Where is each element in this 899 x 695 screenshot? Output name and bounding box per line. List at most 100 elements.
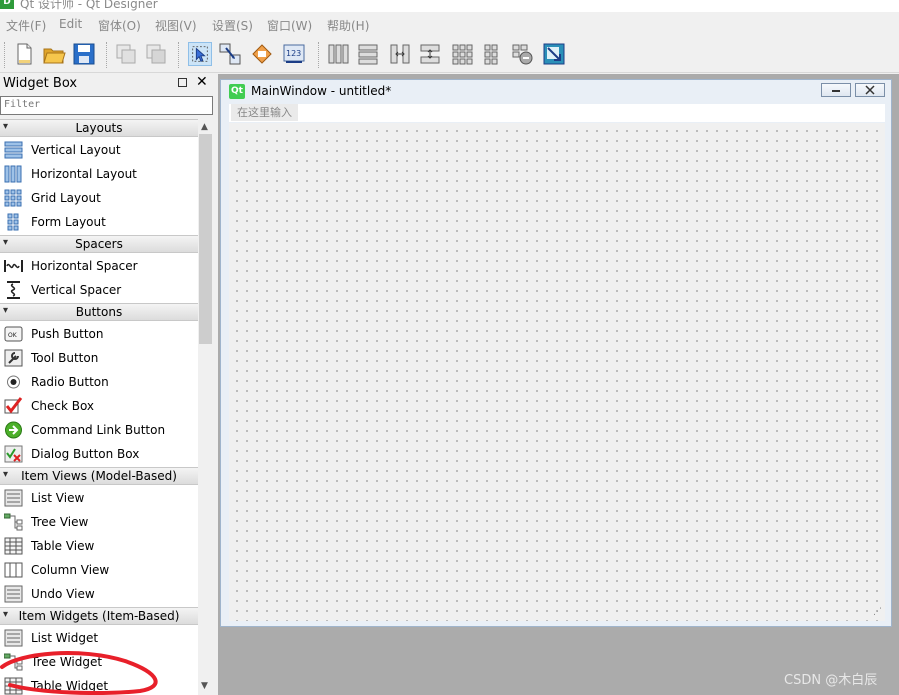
- column-view-icon: [4, 562, 23, 578]
- toolbar-grip[interactable]: [4, 42, 7, 68]
- dialog-button-box-icon: [4, 445, 23, 463]
- copy-icon[interactable]: [114, 42, 138, 66]
- widget-item-label: Dialog Button Box: [31, 447, 140, 461]
- category-item-views[interactable]: ▾ Item Views (Model-Based): [0, 467, 198, 485]
- widget-item-radio-button[interactable]: Radio Button: [0, 370, 198, 394]
- widget-item-label: Radio Button: [31, 375, 109, 389]
- toolbar-separator: [318, 42, 321, 68]
- widget-item-label: Table View: [31, 539, 95, 553]
- form-subwindow[interactable]: Qt MainWindow - untitled* 在这里输入 ⋰: [220, 79, 892, 627]
- widget-item-horizontal-layout[interactable]: Horizontal Layout: [0, 162, 198, 186]
- widget-item-tool-button[interactable]: Tool Button: [0, 346, 198, 370]
- scroll-up-icon[interactable]: ▲: [201, 122, 208, 132]
- layout-horizontal-icon[interactable]: [326, 42, 350, 66]
- widget-item-label: Vertical Layout: [31, 143, 121, 157]
- save-icon[interactable]: [72, 42, 96, 66]
- category-item-widgets[interactable]: ▾ Item Widgets (Item-Based): [0, 607, 198, 625]
- layout-vertical-splitter-icon[interactable]: [418, 42, 442, 66]
- menu-help[interactable]: 帮助(H): [327, 17, 369, 34]
- command-link-arrow-icon: [5, 421, 22, 439]
- resize-grip-icon[interactable]: ⋰: [873, 607, 882, 617]
- close-icon[interactable]: ✕: [196, 74, 208, 90]
- push-button-icon: OK: [4, 326, 23, 342]
- menu-edit[interactable]: Edit: [59, 17, 82, 31]
- widget-item-vertical-spacer[interactable]: Vertical Spacer: [0, 278, 198, 302]
- category-label: Buttons: [75, 305, 123, 319]
- float-dock-icon[interactable]: [178, 78, 187, 87]
- qt-designer-app-icon: D: [0, 0, 14, 9]
- new-file-icon[interactable]: [12, 42, 36, 66]
- widget-item-form-layout[interactable]: Form Layout: [0, 210, 198, 234]
- category-spacers[interactable]: ▾ Spacers: [0, 235, 198, 253]
- widget-item-table-view[interactable]: Table View: [0, 534, 198, 558]
- adjust-size-icon[interactable]: [542, 42, 566, 66]
- edit-buddies-icon[interactable]: [250, 42, 274, 66]
- edit-signals-icon[interactable]: [218, 42, 242, 66]
- layout-vertical-icon[interactable]: [356, 42, 380, 66]
- widget-box-header: Widget Box ✕: [0, 74, 216, 94]
- toolbar-separator: [106, 42, 109, 68]
- open-folder-icon[interactable]: [42, 42, 66, 66]
- widget-item-horizontal-spacer[interactable]: Horizontal Spacer: [0, 254, 198, 278]
- menu-settings[interactable]: 设置(S): [212, 17, 253, 34]
- widget-item-check-box[interactable]: Check Box: [0, 394, 198, 418]
- widget-item-tree-view[interactable]: Tree View: [0, 510, 198, 534]
- widget-box-scrollbar[interactable]: ▲ ▼: [198, 119, 213, 695]
- widget-item-list-view[interactable]: List View: [0, 486, 198, 510]
- form-title: MainWindow - untitled*: [251, 84, 392, 98]
- form-layout-icon: [7, 213, 19, 231]
- menu-file[interactable]: 文件(F): [6, 17, 46, 34]
- widget-item-command-link-button[interactable]: Command Link Button: [0, 418, 198, 442]
- category-label: Layouts: [75, 121, 123, 135]
- edit-widgets-icon[interactable]: [188, 42, 212, 66]
- close-icon: [865, 85, 875, 95]
- form-menu-bar[interactable]: 在这里输入: [229, 104, 885, 122]
- form-title-bar[interactable]: Qt MainWindow - untitled*: [221, 80, 891, 104]
- menu-view[interactable]: 视图(V): [155, 17, 197, 34]
- widget-item-undo-view[interactable]: Undo View: [0, 582, 198, 606]
- menu-form[interactable]: 窗体(O): [98, 17, 141, 34]
- form-canvas-grid[interactable]: [229, 123, 885, 621]
- widget-item-grid-layout[interactable]: Grid Layout: [0, 186, 198, 210]
- minimize-button[interactable]: [821, 83, 851, 97]
- undo-view-icon: [4, 585, 23, 603]
- widget-item-vertical-layout[interactable]: Vertical Layout: [0, 138, 198, 162]
- svg-text:123: 123: [286, 49, 301, 58]
- red-highlight-annotation: [0, 651, 158, 695]
- tool-button-icon: [4, 349, 23, 367]
- widget-item-label: Horizontal Spacer: [31, 259, 138, 273]
- horizontal-spacer-icon: [4, 260, 23, 272]
- edit-tab-order-icon[interactable]: 123: [282, 42, 306, 66]
- widget-item-label: Push Button: [31, 327, 104, 341]
- grid-layout-icon: [4, 189, 22, 207]
- scroll-down-icon[interactable]: ▼: [201, 681, 208, 691]
- category-label: Spacers: [75, 237, 123, 251]
- close-button[interactable]: [855, 83, 885, 97]
- widget-item-label: Check Box: [31, 399, 95, 413]
- minimize-icon: [832, 90, 840, 92]
- menu-window[interactable]: 窗口(W): [267, 17, 312, 34]
- category-buttons[interactable]: ▾ Buttons: [0, 303, 198, 321]
- type-here-menu-placeholder[interactable]: 在这里输入: [231, 104, 298, 121]
- widget-item-dialog-button-box[interactable]: Dialog Button Box: [0, 442, 198, 466]
- list-view-icon: [4, 489, 23, 507]
- layout-form-icon[interactable]: [480, 42, 504, 66]
- filter-input[interactable]: Filter: [0, 96, 213, 115]
- svg-text:OK: OK: [8, 332, 18, 339]
- watermark: CSDN @木白辰: [784, 673, 878, 688]
- widget-item-label: Command Link Button: [31, 423, 166, 437]
- window-title: Qt 设计师 - Qt Designer: [20, 0, 158, 11]
- widget-item-label: Grid Layout: [31, 191, 101, 205]
- layout-grid-icon[interactable]: [450, 42, 474, 66]
- layout-horizontal-splitter-icon[interactable]: [388, 42, 412, 66]
- scrollbar-thumb[interactable]: [199, 134, 212, 344]
- break-layout-icon[interactable]: [510, 42, 534, 66]
- horizontal-layout-icon: [4, 165, 22, 183]
- widget-item-column-view[interactable]: Column View: [0, 558, 198, 582]
- toolbar-separator: [178, 42, 181, 68]
- category-layouts[interactable]: ▾ Layouts: [0, 119, 198, 137]
- paste-icon[interactable]: [144, 42, 168, 66]
- widget-item-label: Vertical Spacer: [31, 283, 122, 297]
- widget-item-push-button[interactable]: OK Push Button: [0, 322, 198, 346]
- widget-item-label: Form Layout: [31, 215, 106, 229]
